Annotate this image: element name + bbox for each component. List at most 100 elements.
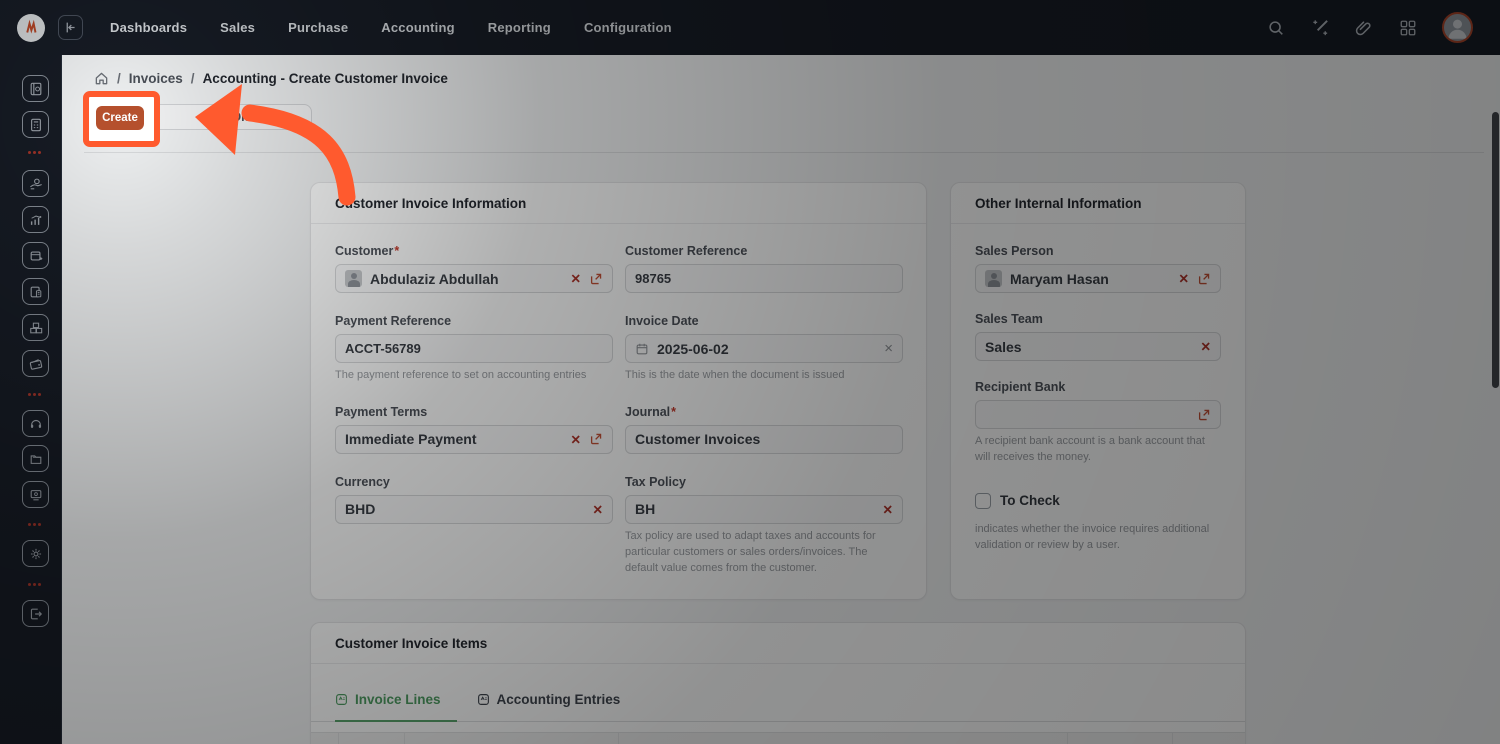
field-label: Invoice Date [625,314,699,328]
table-header-cell [311,733,339,744]
card-title: Other Internal Information [951,183,1245,224]
field-helper: indicates whether the invoice requires a… [975,522,1221,554]
app-logo[interactable] [17,14,45,42]
active-tab-indicator [335,720,457,722]
to-check-row: To Check [975,493,1221,509]
discard-button[interactable]: Discard [140,104,312,130]
field-sales-person: Sales Person Maryam Hasan ✕ [975,244,1221,293]
magic-wand-icon[interactable] [1310,18,1330,38]
sidebar-documents-icon[interactable] [22,445,49,472]
to-check-label: To Check [1000,493,1060,508]
sidebar-support-icon[interactable] [22,410,49,437]
search-icon[interactable] [1266,18,1286,38]
scrollbar-thumb[interactable] [1492,112,1499,388]
field-helper: This is the date when the document is is… [625,368,903,384]
table-header-cell [1173,733,1245,744]
customer-input[interactable]: Abdulaziz Abdullah ✕ [335,264,613,293]
clear-sales-person-icon[interactable]: ✕ [1179,271,1189,286]
breadcrumb-separator: / [117,71,121,86]
home-icon[interactable] [94,71,109,86]
field-customer: Customer* Abdulaziz Abdullah ✕ [335,244,613,293]
main-content: / Invoices / Accounting - Create Custome… [62,55,1500,744]
clear-tax-policy-icon[interactable]: ✕ [883,502,893,517]
customer-invoice-information-card: Customer Invoice Information Customer* A… [310,182,927,600]
clear-customer-icon[interactable]: ✕ [571,271,581,286]
menu-reporting[interactable]: Reporting [488,20,551,35]
create-button[interactable]: Create [96,106,144,130]
field-label: Recipient Bank [975,380,1065,394]
sales-team-input[interactable]: Sales ✕ [975,332,1221,361]
table-header-cell [619,733,1068,744]
clear-payment-terms-icon[interactable]: ✕ [571,432,581,447]
currency-input[interactable]: BHD ✕ [335,495,613,524]
menu-dashboards[interactable]: Dashboards [110,20,187,35]
sidebar-logout-icon[interactable] [22,600,49,627]
vertical-scrollbar[interactable] [1491,110,1500,744]
clear-date-icon[interactable]: × [884,340,893,357]
tab-invoice-lines[interactable]: Invoice Lines [335,692,441,721]
sidebar-divider [28,393,42,396]
sidebar-display-icon[interactable] [22,481,49,508]
navbar-actions [1266,12,1500,43]
open-customer-record-icon[interactable] [589,272,603,286]
tab-accounting-entries[interactable]: Accounting Entries [477,692,621,721]
card-title: Customer Invoice Items [311,623,1245,664]
payment-terms-input[interactable]: Immediate Payment ✕ [335,425,613,454]
main-menu: Dashboards Sales Purchase Accounting Rep… [110,20,672,35]
field-helper: A recipient bank account is a bank accou… [975,434,1221,466]
recipient-bank-input[interactable] [975,400,1221,429]
left-sidebar [0,55,62,744]
sidebar-billing-icon[interactable] [22,278,49,305]
paperclip-icon[interactable] [1354,18,1374,38]
menu-configuration[interactable]: Configuration [584,20,672,35]
person-silhouette-icon [1444,14,1471,41]
menu-accounting[interactable]: Accounting [381,20,455,35]
open-sales-person-icon[interactable] [1197,272,1211,286]
customer-invoice-items-card: Customer Invoice Items Invoice Lines Acc… [310,622,1246,744]
field-customer-reference: Customer Reference 98765 [625,244,903,293]
field-helper: The payment reference to set on accounti… [335,368,613,384]
field-payment-reference: Payment Reference ACCT-56789 The payment… [335,314,613,384]
sidebar-divider [28,583,42,586]
field-label: Tax Policy [625,475,686,489]
field-recipient-bank: Recipient Bank A recipient bank account … [975,380,1221,466]
open-payment-terms-icon[interactable] [589,432,603,446]
invoice-lines-tab-icon [335,693,348,706]
invoice-date-input[interactable]: 2025-06-02 × [625,334,903,363]
card-title: Customer Invoice Information [311,183,926,224]
sidebar-analytics-icon[interactable] [22,206,49,233]
required-marker: * [671,405,676,419]
user-avatar[interactable] [1442,12,1473,43]
apps-grid-icon[interactable] [1398,18,1418,38]
journal-input[interactable]: Customer Invoices [625,425,903,454]
customer-reference-input[interactable]: 98765 [625,264,903,293]
tabs-underline [311,721,1245,722]
to-check-checkbox[interactable] [975,493,991,509]
field-label: Customer [335,244,393,258]
sidebar-ledger-icon[interactable] [22,75,49,102]
menu-sales[interactable]: Sales [220,20,255,35]
sidebar-collapse-button[interactable] [58,15,83,40]
table-header-cell [339,733,405,744]
open-recipient-bank-icon[interactable] [1197,408,1211,422]
accounting-entries-tab-icon [477,693,490,706]
tax-policy-input[interactable]: BH ✕ [625,495,903,524]
sidebar-sales-icon[interactable] [22,170,49,197]
sidebar-calculator-icon[interactable] [22,111,49,138]
menu-purchase[interactable]: Purchase [288,20,348,35]
payment-reference-input[interactable]: ACCT-56789 [335,334,613,363]
sidebar-packages-icon[interactable] [22,314,49,341]
clear-sales-team-icon[interactable]: ✕ [1201,339,1211,354]
field-tax-policy: Tax Policy BH ✕ Tax policy are used to a… [625,475,903,577]
sidebar-settings-icon[interactable] [22,540,49,567]
sidebar-wallet-icon[interactable] [22,350,49,377]
app-window: Dashboards Sales Purchase Accounting Rep… [0,0,1500,744]
clear-currency-icon[interactable]: ✕ [593,502,603,517]
breadcrumb-separator: / [191,71,195,86]
breadcrumb-invoices[interactable]: Invoices [129,71,183,86]
sidebar-inventory-add-icon[interactable] [22,242,49,269]
field-currency: Currency BHD ✕ [335,475,613,577]
collapse-left-icon [64,21,77,34]
field-label: Currency [335,475,390,489]
sales-person-input[interactable]: Maryam Hasan ✕ [975,264,1221,293]
